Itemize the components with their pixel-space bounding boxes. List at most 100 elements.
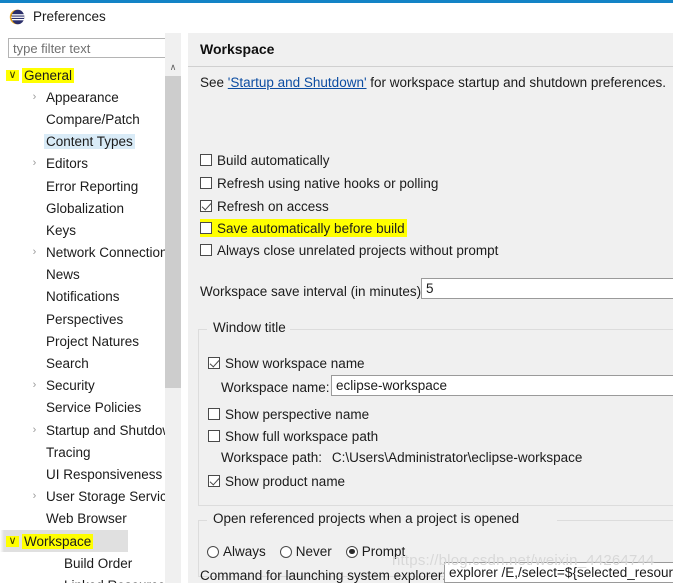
- checkbox-show-full-workspace-path[interactable]: Show full workspace path: [208, 427, 378, 445]
- tree-item-network-connections[interactable]: › Network Connections: [0, 242, 165, 264]
- checkbox-box-icon[interactable]: [200, 200, 212, 212]
- chevron-right-icon[interactable]: ›: [28, 247, 41, 258]
- checkbox-box-icon[interactable]: [208, 430, 220, 442]
- tree-item-search[interactable]: Search: [0, 352, 165, 374]
- save-interval-label: Workspace save interval (in minutes):: [200, 284, 425, 299]
- checkbox-box-icon[interactable]: [208, 475, 220, 487]
- checkbox-save-automatically-before-build[interactable]: Save automatically before build: [200, 219, 407, 237]
- eclipse-icon: [8, 8, 26, 26]
- radio-always[interactable]: Always: [207, 544, 266, 559]
- intro-suffix: for workspace startup and shutdown prefe…: [366, 75, 666, 90]
- tree-item-label: Globalization: [46, 200, 125, 216]
- checkbox-box-icon[interactable]: [208, 357, 220, 369]
- chevron-right-icon[interactable]: ›: [28, 380, 41, 391]
- group-top-line: [279, 329, 673, 330]
- tree-item-editors[interactable]: › Editors: [0, 153, 165, 175]
- tree-item-label: Tracing: [46, 444, 91, 460]
- checkbox-label: Save automatically before build: [217, 220, 405, 236]
- title-divider: [188, 66, 673, 67]
- radio-never[interactable]: Never: [279, 544, 332, 559]
- window-title: Preferences: [33, 9, 106, 24]
- tree-item-general[interactable]: ∨ General: [0, 64, 165, 86]
- checkbox-box-icon[interactable]: [200, 177, 212, 189]
- workspace-path-label: Workspace path:: [221, 450, 323, 465]
- tree-item-label: Security: [46, 378, 95, 394]
- tree-item-label: Web Browser: [46, 511, 127, 527]
- startup-shutdown-link[interactable]: 'Startup and Shutdown': [228, 75, 367, 90]
- title-bar: Preferences: [0, 3, 673, 30]
- checkbox-label: Build automatically: [217, 152, 330, 168]
- open-referenced-legend: Open referenced projects when a project …: [209, 511, 524, 526]
- tree-item-label: Startup and Shutdown: [46, 422, 165, 438]
- tree-item-notifications[interactable]: Notifications: [0, 286, 165, 308]
- tree-item-workspace[interactable]: ∨ Workspace: [0, 529, 165, 553]
- checkbox-label: Show workspace name: [225, 355, 365, 371]
- chevron-right-icon[interactable]: ›: [28, 91, 41, 103]
- tree-item-project-natures[interactable]: Project Natures: [0, 330, 165, 352]
- chevron-down-icon[interactable]: ∨: [6, 535, 19, 547]
- open-referenced-radio-group[interactable]: Always Never Prompt: [207, 544, 419, 559]
- tree-item-build-order[interactable]: Build Order: [0, 552, 165, 574]
- checkbox-box-icon[interactable]: [200, 154, 212, 166]
- tree-item-service-policies[interactable]: Service Policies: [0, 397, 165, 419]
- checkbox-refresh-using-native-hooks-or-polling[interactable]: Refresh using native hooks or polling: [200, 174, 438, 192]
- checkbox-build-automatically[interactable]: Build automatically: [200, 151, 330, 169]
- tree-item-security[interactable]: › Security: [0, 375, 165, 397]
- radio-prompt[interactable]: Prompt: [345, 544, 406, 559]
- tree-item-web-browser[interactable]: Web Browser: [0, 508, 165, 530]
- checkbox-show-product-name[interactable]: Show product name: [208, 472, 345, 490]
- tree-item-keys[interactable]: Keys: [0, 219, 165, 241]
- workspace-settings-panel: Workspace See 'Startup and Shutdown' for…: [188, 33, 673, 583]
- tree-item-user-storage-service[interactable]: › User Storage Service: [0, 486, 165, 508]
- tree-item-tracing[interactable]: Tracing: [0, 441, 165, 463]
- tree-item-label: Content Types: [44, 134, 135, 150]
- tree-item-label: Notifications: [46, 289, 120, 305]
- tree-item-perspectives[interactable]: Perspectives: [0, 308, 165, 330]
- radio-dot-icon[interactable]: [207, 545, 219, 558]
- tree-item-linked-resources[interactable]: Linked Resources: [0, 574, 165, 583]
- tree-item-ui-responsiveness-monitoring[interactable]: UI Responsiveness Monitoring: [0, 463, 165, 485]
- workspace-name-input[interactable]: [331, 375, 673, 396]
- scrollbar-thumb[interactable]: [165, 76, 181, 388]
- tree-item-label: UI Responsiveness Monitoring: [46, 466, 165, 482]
- checkbox-show-perspective-name[interactable]: Show perspective name: [208, 405, 369, 423]
- preferences-tree[interactable]: ∨ General › Appearance Compare/Patch Content …: [0, 64, 165, 583]
- tree-item-label: User Storage Service: [46, 489, 165, 505]
- filter-input[interactable]: [8, 38, 168, 58]
- radio-label: Prompt: [361, 544, 406, 559]
- tree-scrollbar[interactable]: ∧: [165, 33, 181, 583]
- chevron-right-icon[interactable]: ›: [28, 491, 41, 502]
- tree-item-globalization[interactable]: Globalization: [0, 197, 165, 219]
- checkbox-show-workspace-name[interactable]: Show workspace name: [208, 354, 365, 372]
- radio-dot-icon[interactable]: [345, 545, 358, 558]
- radio-dot-icon[interactable]: [279, 545, 292, 558]
- tree-item-label: News: [46, 267, 80, 283]
- chevron-right-icon[interactable]: ›: [28, 158, 41, 169]
- checkbox-refresh-on-access[interactable]: Refresh on access: [200, 197, 329, 215]
- tree-item-appearance[interactable]: › Appearance: [0, 86, 165, 108]
- tree-item-label: Network Connections: [46, 245, 165, 261]
- radio-label: Never: [295, 544, 332, 559]
- checkbox-label: Show perspective name: [225, 406, 370, 422]
- tree-item-label: General: [22, 67, 75, 83]
- checkbox-label: Always close unrelated projects without …: [217, 242, 499, 258]
- tree-item-label: Appearance: [46, 89, 119, 105]
- scroll-up-arrow-icon[interactable]: ∧: [165, 59, 181, 76]
- save-interval-input[interactable]: [421, 278, 673, 299]
- chevron-right-icon[interactable]: ›: [28, 424, 41, 436]
- window-title-legend: Window title: [209, 320, 290, 335]
- system-explorer-input[interactable]: [444, 562, 673, 583]
- system-explorer-label: Command for launching system explorer:: [200, 568, 447, 583]
- checkbox-box-icon[interactable]: [200, 222, 212, 234]
- workspace-path-row: Workspace path: C:\Users\Administrator\e…: [221, 450, 582, 465]
- checkbox-always-close-unrelated-projects-without-prompt[interactable]: Always close unrelated projects without …: [200, 241, 498, 259]
- page-title: Workspace: [200, 41, 275, 57]
- chevron-down-icon[interactable]: ∨: [6, 69, 19, 81]
- tree-item-error-reporting[interactable]: Error Reporting: [0, 175, 165, 197]
- tree-item-news[interactable]: News: [0, 264, 165, 286]
- tree-item-compare-patch[interactable]: Compare/Patch: [0, 108, 165, 130]
- checkbox-box-icon[interactable]: [208, 408, 220, 420]
- checkbox-box-icon[interactable]: [200, 244, 212, 256]
- tree-item-content-types[interactable]: Content Types: [0, 131, 165, 153]
- tree-item-startup-and-shutdown[interactable]: › Startup and Shutdown: [0, 419, 165, 441]
